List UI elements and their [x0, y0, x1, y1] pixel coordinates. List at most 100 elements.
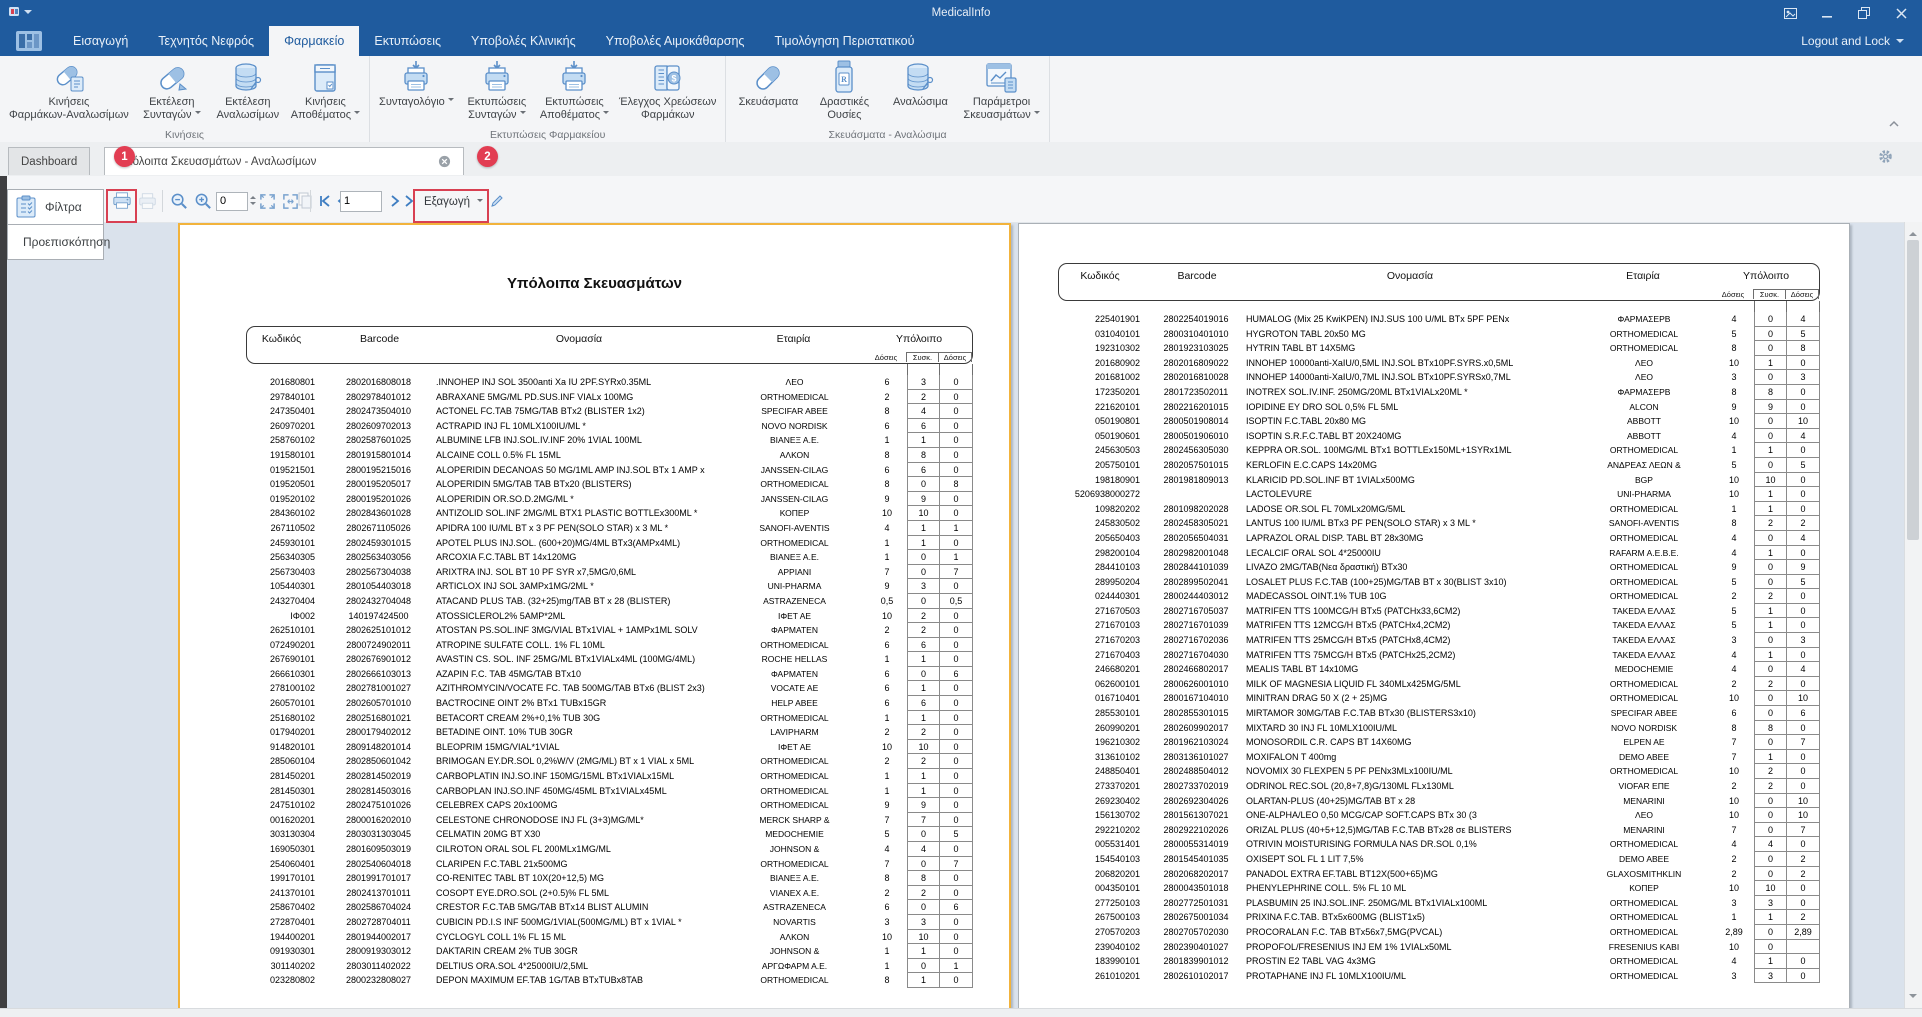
ribbon-tab-list: ΕισαγωγήΤεχνητός ΝεφρόςΦαρμακείοΕκτυπώσε… [58, 26, 929, 56]
report-page-1[interactable]: Υπόλοιπα Σκευασμάτων ΚωδικόςBarcodeΟνομα… [178, 223, 1011, 1008]
printer-icon [482, 60, 512, 94]
page-number-field[interactable] [340, 188, 382, 214]
ribbon-button-δραστικές[interactable]: RΔραστικέςΟυσίες [806, 58, 882, 128]
svg-text:$: $ [671, 74, 676, 84]
column-header: Barcode [322, 333, 437, 345]
table-row: 1690503012801609503019CILROTON ORAL SOL … [246, 842, 973, 857]
table-row: 2676901012802676901012AVASTIN CS. SOL. I… [246, 652, 973, 667]
ribbon-collapse-button[interactable] [1888, 120, 1900, 128]
scrollbar-thumb[interactable] [1907, 240, 1919, 540]
zoom-in-button[interactable] [191, 188, 215, 214]
ribbon-tab-4[interactable]: Εκτυπώσεις [359, 26, 456, 56]
minimize-icon [1821, 8, 1833, 19]
zoom-out-button[interactable] [167, 188, 191, 214]
ribbon-button-εκτυπώσεις[interactable]: ΕκτυπώσειςΑποθέματος [535, 58, 614, 128]
close-button[interactable] [1886, 0, 1916, 26]
column-header: Barcode [1147, 270, 1247, 282]
table-row: 3011402022803011402022DELTIUS ORA.SOL 4*… [246, 959, 973, 974]
table-row: 2056504032802056504031LAPRAZOL ORAL DISP… [1058, 531, 1820, 546]
ribbon-button-εκτέλεση[interactable]: ΕκτέλεσηΣυνταγών [134, 58, 210, 128]
quick-print-button[interactable] [135, 188, 159, 214]
preview-surface[interactable]: Υπόλοιπα Σκευασμάτων ΚωδικόςBarcodeΟνομα… [7, 222, 1904, 1008]
ribbon-button-αναλώσιμα[interactable]: Αναλώσιμα [882, 58, 958, 128]
column-header: Ονομασία [1247, 270, 1573, 282]
subcolumn-header: Συσκ. [906, 352, 939, 362]
ribbon-group-label: Σκευάσματα - Αναλώσιμα [726, 129, 1048, 141]
ribbon-button-παράμετροι[interactable]: ΠαράμετροιΣκευασμάτων [958, 58, 1044, 128]
table-header: ΚωδικόςBarcodeΟνομασίαΕταιρίαΥπόλοιποΔόσ… [246, 326, 973, 364]
ribbon-button-σκευάσματα[interactable]: Σκευάσματα [730, 58, 806, 128]
ribbon-tab-5[interactable]: Υποβολές Κλινικής [456, 26, 591, 56]
ribbon-tab-6[interactable]: Υποβολές Αιμοκάθαρσης [591, 26, 760, 56]
scroll-up-icon[interactable] [1909, 228, 1917, 236]
edit-watermark-button[interactable] [486, 188, 508, 214]
table-row: 2016808012802016808018.INNOHEP INJ SOL 3… [246, 375, 973, 390]
table-row: 0724902012800724902011ATROPINE SULFATE C… [246, 638, 973, 653]
doc-tab-dashboard[interactable]: Dashboard [8, 147, 90, 175]
table-body: 2016808012802016808018.INNOHEP INJ SOL 3… [246, 375, 973, 988]
annotation-badge-1: 1 [114, 146, 135, 167]
table-row: 2814503012802814503016CARBOPLAN INJ.SO.I… [246, 784, 973, 799]
ribbon-button-έλεγχος χρεώσεων[interactable]: $Έλεγχος ΧρεώσεωνΦαρμάκων [614, 58, 721, 128]
table-row: 1561307022801561307021ONE-ALPHA/LEO 0,50… [1058, 808, 1820, 823]
table-row: 0501908012800501908014ISOPTIN F.C.TABL 2… [1058, 414, 1820, 429]
capsule-icon [752, 60, 784, 94]
logout-button[interactable]: Logout and Lock [1801, 26, 1922, 56]
table-row: 2057501012802057501015KERLOFIN E.C.CAPS … [1058, 458, 1820, 473]
sidebar-item-label: Φίλτρα [45, 200, 82, 214]
column-header: Κωδικός [1059, 270, 1147, 282]
fit-page-button[interactable] [256, 188, 278, 214]
page-number-input[interactable] [340, 191, 382, 212]
report-page-2[interactable]: ΚωδικόςBarcodeΟνομασίαΕταιρίαΥπόλοιποΔόσ… [1018, 223, 1850, 1008]
table-row: 2432704042802432704048ATACAND PLUS TAB. … [246, 594, 973, 609]
ribbon-group-1: ΚινήσειςΦαρμάκων-ΑναλωσίμωνΕκτέλεσηΣυντα… [0, 56, 370, 142]
table-row: 2781001022802781001027AZITHROMYCIN/VOCAT… [246, 681, 973, 696]
app-menu-button[interactable] [0, 26, 58, 56]
table-row: 2982001042802982001048LECALCIF ORAL SOL … [1058, 546, 1820, 561]
ribbon-tab-7[interactable]: Τιμολόγηση Περιστατικού [759, 26, 929, 56]
table-header: ΚωδικόςBarcodeΟνομασίαΕταιρίαΥπόλοιποΔόσ… [1058, 263, 1820, 301]
ribbon-button-εκτυπώσεις[interactable]: ΕκτυπώσειςΣυνταγών [459, 58, 535, 128]
vertical-scrollbar[interactable] [1904, 222, 1922, 1008]
table-row: 0232808022800232808027DEPON MAXIMUM EF.T… [246, 973, 973, 988]
zoom-input[interactable] [216, 192, 248, 211]
ribbon-group-label: Κινήσεις [0, 129, 369, 141]
left-dock-rail [0, 176, 7, 1008]
table-row: 2978401012802978401012ABRAXANE 5MG/ML PD… [246, 390, 973, 405]
ribbon-tab-1[interactable]: Εισαγωγή [58, 26, 143, 56]
table-row: 2413701012802413701011COSOPT EYE.DRO.SOL… [246, 886, 973, 901]
table-row: 2844101032802844101039LIVAZO 2MG/TAB(Νεα… [1058, 560, 1820, 575]
gear-icon [1878, 149, 1893, 164]
ribbon-button-label: ΚινήσειςΑποθέματος [291, 96, 360, 122]
scroll-down-icon[interactable] [1909, 994, 1917, 1002]
pill-doc-icon [52, 60, 86, 94]
ribbon-button-κινήσεις[interactable]: ΚινήσειςΑποθέματος [286, 58, 365, 128]
pencil-icon [489, 193, 505, 209]
table-row: 1981809012801981809013KLARICID PD.SOL.IN… [1058, 473, 1820, 488]
dropdown-caret-icon [520, 111, 526, 117]
spool-icon [233, 60, 263, 94]
ribbon-tab-3[interactable]: Φαρμακείο [269, 26, 359, 56]
ribbon-button-εκτέλεση[interactable]: ΕκτέλεσηΑναλωσίμων [210, 58, 286, 128]
minimize-button[interactable] [1812, 0, 1842, 26]
doc-tab-close-button[interactable] [438, 155, 451, 168]
ribbon-button-κινήσεις[interactable]: ΚινήσειςΦαρμάκων-Αναλωσίμων [4, 58, 134, 128]
zoom-value-field[interactable] [216, 188, 256, 214]
dropdown-caret-icon [448, 98, 454, 104]
table-row: 2516801022802516801021BETACORT CREAM 2%+… [246, 711, 973, 726]
sidebar-item-filters[interactable]: Φίλτρα [7, 189, 104, 225]
table-row: 1923103022801923103025HYTRIN TABL BT 14X… [1058, 341, 1820, 356]
table-row: 0167104012800167104010MINITRAN DRAG 50 X… [1058, 691, 1820, 706]
table-row: 3136101022803136101027MOXIFALON T 400mgD… [1058, 750, 1820, 765]
preview-settings-button[interactable] [1878, 149, 1893, 164]
table-row: 2459301012802459301015APOTEL PLUS INJ.SO… [246, 536, 973, 551]
table-row: 2458305022802458305021LANTUS 100 IU/ML B… [1058, 516, 1820, 531]
dropdown-caret-icon [195, 111, 201, 117]
restore-button[interactable] [1849, 0, 1879, 26]
table-row: 0919303012800919303012DAKTARIN CREAM 2% … [246, 944, 973, 959]
ribbon-tab-2[interactable]: Τεχνητός Νεφρός [143, 26, 269, 56]
ribbon-button-συνταγολόγιο[interactable]: Συνταγολόγιο [374, 58, 459, 128]
doc-tab-active-report[interactable]: Υπόλοιπα Σκευασμάτων - Αναλωσίμων [104, 147, 464, 175]
table-row: 2563403052802563403056ARCOXIA F.C.TABL B… [246, 550, 973, 565]
window-theme-button[interactable] [1775, 0, 1805, 26]
